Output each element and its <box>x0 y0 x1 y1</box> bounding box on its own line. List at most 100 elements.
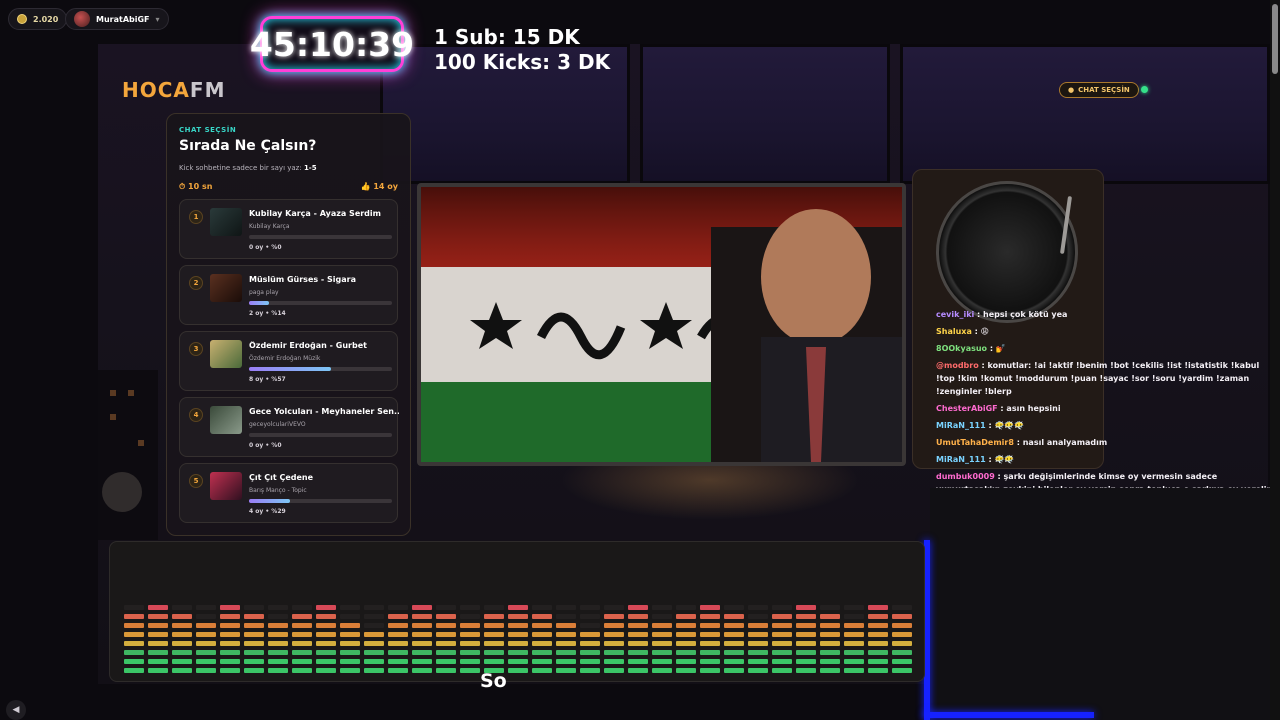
equalizer-segment <box>700 641 720 646</box>
equalizer-segment <box>364 659 384 664</box>
equalizer-segment <box>748 668 768 673</box>
equalizer-segment <box>172 650 192 655</box>
equalizer-segment <box>628 659 648 664</box>
video-player[interactable] <box>417 183 906 466</box>
poll-total-votes: 👍 14 oy <box>360 182 398 191</box>
equalizer-segment <box>244 632 264 637</box>
equalizer-segment <box>460 623 480 628</box>
equalizer-segment <box>700 650 720 655</box>
equalizer-segment <box>700 623 720 628</box>
chat-message: ChesterAbiGF : asın hepsini <box>936 404 1061 413</box>
song-artist: Kubilay Karça <box>249 223 290 230</box>
equalizer-segment <box>508 623 528 628</box>
vinyl-record <box>936 181 1078 323</box>
equalizer-segment <box>628 668 648 673</box>
vote-count: 0 oy • %0 <box>249 244 282 251</box>
equalizer-segment <box>844 659 864 664</box>
equalizer-segment <box>556 659 576 664</box>
clock-icon: ⏱ <box>179 182 186 191</box>
equalizer-segment <box>532 659 552 664</box>
poll-option-2[interactable]: 2 Müslüm Gürses - Sigara paga play 2 oy … <box>179 265 398 325</box>
equalizer-segment <box>508 632 528 637</box>
poll-option-3[interactable]: 3 Özdemir Erdoğan - Gurbet Özdemir Erdoğ… <box>179 331 398 391</box>
equalizer-segment <box>868 605 888 610</box>
equalizer-segment <box>580 650 600 655</box>
equalizer-segment <box>820 668 840 673</box>
equalizer-segment <box>652 605 672 610</box>
equalizer-segment <box>604 623 624 628</box>
poll-option-4[interactable]: 4 Gece Yolcuları - Meyhaneler Sen... gec… <box>179 397 399 457</box>
coin-balance-badge[interactable]: 2.020 <box>8 8 68 30</box>
overlay-black-box <box>930 488 1280 720</box>
equalizer-segment <box>796 668 816 673</box>
background-window <box>900 44 1270 184</box>
equalizer-segment <box>604 605 624 610</box>
equalizer-segment <box>844 668 864 673</box>
song-artist: Özdemir Erdoğan Müzik <box>249 355 321 362</box>
equalizer-segment <box>652 632 672 637</box>
user-menu[interactable]: MuratAbiGF ▾ <box>65 8 169 30</box>
equalizer-segment <box>244 614 264 619</box>
equalizer-segment <box>532 668 552 673</box>
scrollbar-thumb[interactable] <box>1272 4 1278 74</box>
equalizer-segment <box>796 614 816 619</box>
equalizer-segment <box>700 614 720 619</box>
equalizer-segment <box>340 623 360 628</box>
equalizer-segment <box>628 650 648 655</box>
equalizer-segment <box>412 668 432 673</box>
equalizer-segment <box>436 605 456 610</box>
equalizer-segment <box>124 668 144 673</box>
equalizer-segment <box>844 641 864 646</box>
song-thumbnail <box>210 340 242 368</box>
equalizer-segment <box>268 623 288 628</box>
equalizer-segment <box>196 641 216 646</box>
poll-option-5[interactable]: 5 Çıt Çıt Çedene Barış Manço - Topic 4 o… <box>179 463 398 523</box>
equalizer-segment <box>556 668 576 673</box>
chat-pick-button[interactable]: ● CHAT SEÇSİN <box>1059 82 1139 98</box>
live-status-dot <box>1141 86 1148 93</box>
equalizer-segment <box>460 641 480 646</box>
volume-icon[interactable]: ◀ <box>6 700 26 720</box>
equalizer-segment <box>844 632 864 637</box>
equalizer-segment <box>364 614 384 619</box>
equalizer-segment <box>532 650 552 655</box>
avatar <box>74 11 90 27</box>
scrollbar[interactable] <box>1270 0 1280 720</box>
equalizer-segment <box>148 641 168 646</box>
equalizer-segment <box>148 605 168 610</box>
equalizer-segment <box>796 650 816 655</box>
equalizer-segment <box>484 605 504 610</box>
vote-count: 2 oy • %14 <box>249 310 286 317</box>
equalizer-segment <box>532 632 552 637</box>
equalizer-segment <box>460 668 480 673</box>
equalizer-panel <box>109 541 925 682</box>
equalizer-segment <box>268 641 288 646</box>
poll-option-1[interactable]: 1 Kubilay Karça - Ayaza Serdim Kubilay K… <box>179 199 398 259</box>
equalizer-segment <box>844 623 864 628</box>
song-thumbnail <box>210 406 242 434</box>
equalizer-segment <box>460 614 480 619</box>
equalizer-segment <box>340 650 360 655</box>
equalizer-segment <box>724 605 744 610</box>
song-poll-panel: CHAT SEÇSİN Sırada Ne Çalsın? Kick sohbe… <box>166 113 411 536</box>
equalizer-segment <box>868 668 888 673</box>
equalizer-segment <box>796 605 816 610</box>
equalizer-segment <box>172 668 192 673</box>
vote-progress-bar <box>249 433 392 437</box>
chat-bubble-icon: ● <box>1068 86 1075 94</box>
equalizer-segment <box>628 641 648 646</box>
equalizer-segment <box>316 614 336 619</box>
song-thumbnail <box>210 472 242 500</box>
equalizer-segment <box>580 659 600 664</box>
chat-message: @modbro : komutlar: !ai !aktif !benim !b… <box>936 361 1260 396</box>
song-title: Müslüm Gürses - Sigara <box>249 275 356 284</box>
equalizer-segment <box>124 641 144 646</box>
equalizer-segment <box>604 614 624 619</box>
equalizer-segment <box>820 650 840 655</box>
vote-count: 4 oy • %29 <box>249 508 286 515</box>
equalizer-segment <box>604 632 624 637</box>
chat-message: MiRaN_111 : 😶‍🌫️😶‍🌫️😶‍🌫️ <box>936 421 1025 430</box>
equalizer-segment <box>148 614 168 619</box>
equalizer-segment <box>124 659 144 664</box>
equalizer-segment <box>364 623 384 628</box>
